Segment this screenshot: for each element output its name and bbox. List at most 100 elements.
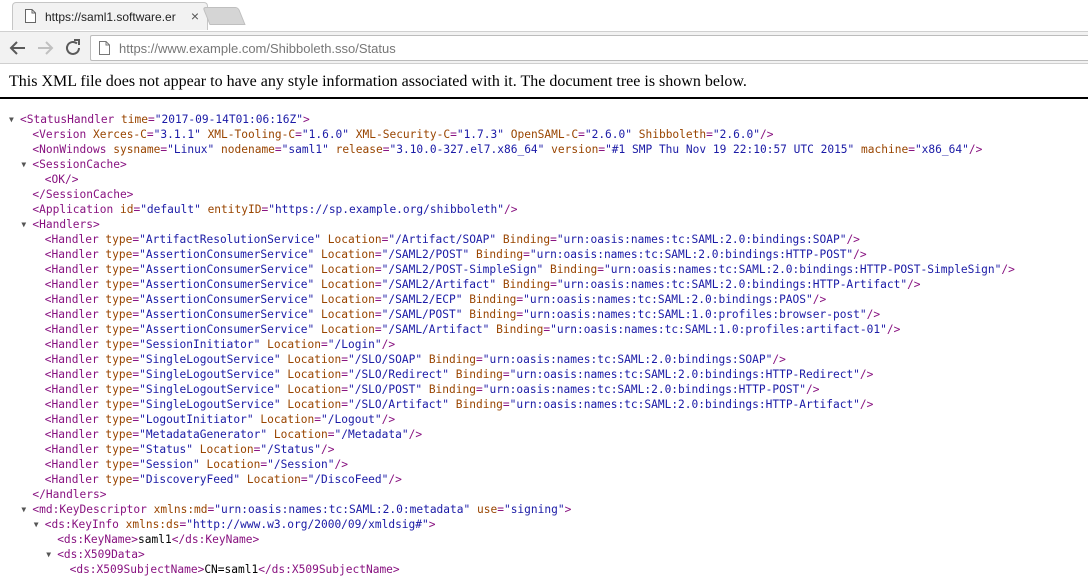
xml-attr-value: "LogoutInitiator" <box>139 413 254 426</box>
xml-attr-value: "/Metadata" <box>334 428 409 441</box>
xml-attr-value: "urn:oasis:names:tc:SAML:1.0:profiles:br… <box>523 308 867 321</box>
xml-attr-name: Xerces-C <box>93 128 147 141</box>
collapse-toggle-icon[interactable]: ▼ <box>34 517 44 532</box>
collapse-toggle-icon[interactable]: ▼ <box>21 502 31 517</box>
xml-text <box>349 128 356 141</box>
xml-text <box>422 383 429 396</box>
address-bar[interactable]: https://www.example.com/Shibboleth.sso/S… <box>90 35 1088 61</box>
xml-text <box>267 428 274 441</box>
xml-tag: <Handler <box>44 473 106 486</box>
xml-line: <Handler type="Session" Location="/Sessi… <box>45 457 348 472</box>
xml-attr-value: "AssertionConsumerService" <box>139 248 315 261</box>
xml-tag: <Handlers> <box>32 218 100 231</box>
xml-attr-value: "MetadataGenerator" <box>139 428 268 441</box>
collapse-toggle-icon[interactable]: ▼ <box>9 112 19 127</box>
divider <box>0 97 1088 99</box>
page-info-icon[interactable] <box>99 41 110 55</box>
xml-attr-value: "#1 SMP Thu Nov 19 22:10:57 UTC 2015" <box>605 143 855 156</box>
xml-tag: = <box>550 278 557 291</box>
xml-text <box>496 278 503 291</box>
xml-text <box>314 293 321 306</box>
url-text[interactable]: https://www.example.com/Shibboleth.sso/S… <box>119 40 396 58</box>
xml-text <box>314 308 321 321</box>
xml-tag: = <box>374 248 382 261</box>
collapse-toggle-icon[interactable]: ▼ <box>21 157 31 172</box>
xml-attr-value: "urn:oasis:names:tc:SAML:2.0:metadata" <box>214 503 471 516</box>
xml-tag: <Handler <box>44 443 106 456</box>
xml-attr-name: Shibboleth <box>638 128 707 141</box>
xml-attr-name: Binding <box>469 293 517 306</box>
xml-attr-name: Binding <box>455 368 503 381</box>
xml-attr-value: "/SAML2/ECP" <box>381 293 463 306</box>
xml-tag: /> <box>853 248 867 261</box>
xml-attr-name: type <box>105 293 133 306</box>
xml-tag: <Handler <box>44 248 106 261</box>
xml-line: <NonWindows sysname="Linux" nodename="sa… <box>32 142 982 157</box>
reload-icon[interactable] <box>61 36 85 60</box>
xml-line: <Handler type = "AssertionConsumerService"… <box>45 322 901 337</box>
xml-tag: /> <box>968 143 983 156</box>
xml-tag: <Handler <box>44 278 106 291</box>
xml-text <box>449 368 456 381</box>
collapse-toggle-icon[interactable]: ▼ <box>21 217 31 232</box>
xml-tag: <Handler <box>44 353 106 366</box>
xml-attr-name: Binding <box>496 323 544 336</box>
xml-tag: /> <box>408 428 423 441</box>
xml-tag: <ds:X509SubjectName> <box>69 563 205 576</box>
xml-tag: = <box>578 128 585 141</box>
xml-attr-value: "/SLO/SOAP" <box>347 353 423 366</box>
xml-line: <Handler type = "SingleLogoutService" Loca… <box>45 382 820 397</box>
xml-attr-name: Location <box>287 353 342 366</box>
xml-tag: /> <box>859 398 874 411</box>
xml-attr-name: Binding <box>455 398 503 411</box>
xml-attr-name: type <box>105 473 133 486</box>
xml-attr-value: "2.6.0" <box>584 128 632 141</box>
xml-tag: = <box>341 383 348 396</box>
xml-attr-name: Binding <box>428 353 476 366</box>
xml-tag: = <box>374 293 382 306</box>
xml-line: <Handler type="Status" Location="/Status… <box>45 442 335 457</box>
xml-text <box>504 128 511 141</box>
xml-tag: <OK/> <box>44 173 79 186</box>
forward-icon[interactable] <box>33 36 57 60</box>
xml-attr-name: Location <box>321 278 375 291</box>
xml-attr-value: "ArtifactResolutionService" <box>139 233 321 246</box>
xml-attr-name: release <box>335 143 383 156</box>
xml-text <box>496 233 503 246</box>
xml-tag: = <box>321 338 328 351</box>
xml-attr-name: nodename <box>221 143 275 156</box>
xml-attr-name: Location <box>273 428 328 441</box>
xml-attr-value: "AssertionConsumerService" <box>139 293 315 306</box>
xml-tag: <Handler <box>44 458 106 471</box>
xml-tag: <ds:KeyInfo <box>44 518 126 531</box>
xml-attr-value: "2017-09-14T01:06:16Z" <box>154 113 303 126</box>
xml-tag: = <box>146 128 154 141</box>
xml-attr-value: "2.6.0" <box>712 128 761 141</box>
xml-attr-value: "/SLO/Artifact" <box>347 398 450 411</box>
xml-tag: = <box>341 368 348 381</box>
xml-text <box>321 233 328 246</box>
xml-tag: <Handler <box>44 233 106 246</box>
xml-tag: /> <box>907 278 921 291</box>
xml-tag: /> <box>381 413 396 426</box>
new-tab-button[interactable] <box>202 7 246 25</box>
xml-attr-value: "/SAML/Artifact" <box>381 323 490 336</box>
xml-tag: <Handler <box>44 308 106 321</box>
xml-tag: <Handler <box>44 368 106 381</box>
xml-text <box>193 443 200 456</box>
back-icon[interactable] <box>6 36 30 60</box>
xml-text <box>201 203 208 216</box>
xml-attr-value: "x86_64" <box>914 143 969 156</box>
xml-attr-name: type <box>105 323 133 336</box>
browser-tab[interactable]: https://saml1.software.er × <box>12 2 208 30</box>
xml-attr-name: OpenSAML-C <box>510 128 579 141</box>
close-icon[interactable]: × <box>187 8 203 24</box>
xml-line: <Handler type = "AssertionConsumerService"… <box>45 262 1015 277</box>
xml-attr-name: id <box>119 203 134 216</box>
xml-tag: <Handler <box>44 323 106 336</box>
collapse-toggle-icon[interactable]: ▼ <box>46 547 56 562</box>
xml-attr-value: "/SAML/POST" <box>381 308 463 321</box>
xml-attr-value: "/SAML2/POST" <box>381 248 470 261</box>
xml-attr-name: type <box>105 413 133 426</box>
xml-attr-value: "/SAML2/Artifact" <box>381 278 497 291</box>
